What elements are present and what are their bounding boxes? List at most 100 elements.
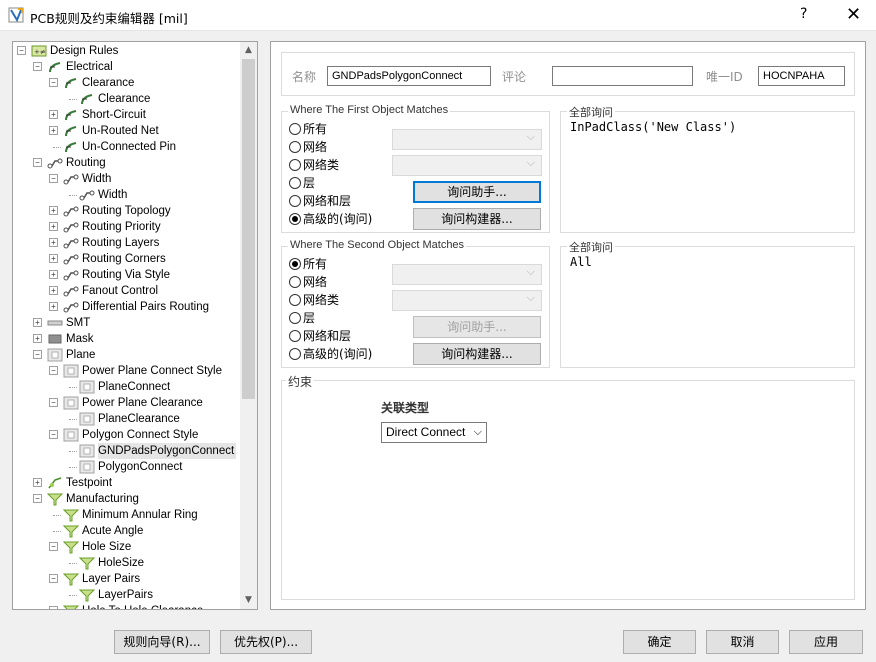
tree-item[interactable]: + SMT — [13, 315, 241, 331]
collapse-icon[interactable]: − — [49, 574, 58, 583]
scroll-up-icon[interactable]: ▲ — [240, 42, 257, 59]
tree-item[interactable]: − Electrical — [13, 59, 241, 75]
first-query-builder-button[interactable]: 询问构建器... — [413, 208, 541, 230]
radio-button-icon[interactable] — [289, 276, 301, 288]
cancel-button[interactable]: 取消 — [706, 630, 779, 654]
radio-button-icon[interactable] — [289, 348, 301, 360]
collapse-icon[interactable]: − — [17, 46, 26, 55]
radio-button-icon[interactable] — [289, 195, 301, 207]
second-radio-option[interactable]: 网络类 — [289, 292, 339, 308]
tree-item[interactable]: + Un-Routed Net — [13, 123, 241, 139]
tree-item[interactable]: Width — [13, 187, 241, 203]
rules-tree[interactable]: − +≠ Design Rules − Electrical − Clearance Clea… — [12, 41, 258, 610]
tree-item[interactable]: − Hole Size — [13, 539, 241, 555]
expand-icon[interactable]: + — [49, 302, 58, 311]
first-query-helper-button[interactable]: 询问助手... — [413, 181, 541, 203]
first-radio-option[interactable]: 网络和层 — [289, 193, 351, 209]
first-radio-option[interactable]: 高级的(询问) — [289, 211, 372, 227]
tree-item[interactable]: + Mask — [13, 331, 241, 347]
uid-field[interactable]: HOCNPAHA — [758, 66, 845, 86]
rule-wizard-button[interactable]: 规则向导(R)... — [114, 630, 210, 654]
second-query-builder-button[interactable]: 询问构建器... — [413, 343, 541, 365]
apply-button[interactable]: 应用 — [789, 630, 863, 654]
tree-item[interactable]: Acute Angle — [13, 523, 241, 539]
tree-item[interactable]: GNDPadsPolygonConnect — [13, 443, 241, 459]
tree-item[interactable]: − Width — [13, 171, 241, 187]
tree-item[interactable]: + Differential Pairs Routing — [13, 299, 241, 315]
tree-item[interactable]: LayerPairs — [13, 587, 241, 603]
collapse-icon[interactable]: − — [33, 350, 42, 359]
first-radio-option[interactable]: 所有 — [289, 121, 327, 137]
tree-item[interactable]: − Power Plane Connect Style — [13, 363, 241, 379]
collapse-icon[interactable]: − — [33, 62, 42, 71]
collapse-icon[interactable]: − — [33, 158, 42, 167]
collapse-icon[interactable]: − — [49, 398, 58, 407]
second-full-query-text[interactable]: All — [570, 255, 592, 269]
radio-button-icon[interactable] — [289, 177, 301, 189]
radio-button-icon[interactable] — [289, 123, 301, 135]
tree-item[interactable]: PolygonConnect — [13, 459, 241, 475]
collapse-icon[interactable]: − — [49, 366, 58, 375]
second-radio-option[interactable]: 层 — [289, 310, 315, 326]
expand-icon[interactable]: + — [49, 254, 58, 263]
radio-button-icon[interactable] — [289, 330, 301, 342]
expand-icon[interactable]: + — [33, 334, 42, 343]
tree-item[interactable]: − Hole To Hole Clearance — [13, 603, 241, 609]
tree-item[interactable]: Clearance — [13, 91, 241, 107]
second-radio-option[interactable]: 网络和层 — [289, 328, 351, 344]
second-radio-option[interactable]: 网络 — [289, 274, 327, 290]
expand-icon[interactable]: + — [49, 286, 58, 295]
tree-item[interactable]: − +≠ Design Rules — [13, 43, 241, 59]
expand-icon[interactable]: + — [49, 270, 58, 279]
collapse-icon[interactable]: − — [49, 542, 58, 551]
tree-item[interactable]: Un-Connected Pin — [13, 139, 241, 155]
radio-button-icon[interactable] — [289, 294, 301, 306]
expand-icon[interactable]: + — [33, 478, 42, 487]
second-radio-option[interactable]: 高级的(询问) — [289, 346, 372, 362]
tree-item[interactable]: + Routing Topology — [13, 203, 241, 219]
first-radio-option[interactable]: 网络 — [289, 139, 327, 155]
expand-icon[interactable]: + — [49, 238, 58, 247]
tree-item[interactable]: Minimum Annular Ring — [13, 507, 241, 523]
radio-button-icon[interactable] — [289, 258, 301, 270]
tree-item[interactable]: PlaneClearance — [13, 411, 241, 427]
first-radio-option[interactable]: 层 — [289, 175, 315, 191]
tree-item[interactable]: − Routing — [13, 155, 241, 171]
tree-item[interactable]: − Power Plane Clearance — [13, 395, 241, 411]
tree-item[interactable]: + Routing Layers — [13, 235, 241, 251]
tree-item[interactable]: + Fanout Control — [13, 283, 241, 299]
expand-icon[interactable]: + — [49, 110, 58, 119]
expand-icon[interactable]: + — [49, 206, 58, 215]
scroll-down-icon[interactable]: ▼ — [240, 592, 257, 609]
first-full-query-text[interactable]: InPadClass('New Class') — [570, 120, 736, 134]
tree-item[interactable]: − Layer Pairs — [13, 571, 241, 587]
radio-button-icon[interactable] — [289, 312, 301, 324]
tree-item[interactable]: + Routing Via Style — [13, 267, 241, 283]
expand-icon[interactable]: + — [33, 318, 42, 327]
tree-scrollbar[interactable]: ▲ ▼ — [240, 42, 257, 609]
tree-item[interactable]: − Clearance — [13, 75, 241, 91]
radio-button-icon[interactable] — [289, 141, 301, 153]
tree-item[interactable]: + Routing Priority — [13, 219, 241, 235]
expand-icon[interactable]: + — [49, 222, 58, 231]
tree-item[interactable]: − Polygon Connect Style — [13, 427, 241, 443]
collapse-icon[interactable]: − — [49, 430, 58, 439]
tree-item[interactable]: + Short-Circuit — [13, 107, 241, 123]
name-field[interactable]: GNDPadsPolygonConnect — [327, 66, 491, 86]
collapse-icon[interactable]: − — [49, 78, 58, 87]
priority-button[interactable]: 优先权(P)... — [220, 630, 312, 654]
tree-item[interactable]: PlaneConnect — [13, 379, 241, 395]
tree-item[interactable]: + Testpoint — [13, 475, 241, 491]
close-button[interactable]: ✕ — [846, 4, 861, 25]
comment-field[interactable] — [552, 66, 693, 86]
expand-icon[interactable]: + — [49, 126, 58, 135]
tree-item[interactable]: − Manufacturing — [13, 491, 241, 507]
tree-item[interactable]: − Plane — [13, 347, 241, 363]
radio-button-icon[interactable] — [289, 213, 301, 225]
collapse-icon[interactable]: − — [33, 494, 42, 503]
collapse-icon[interactable]: − — [49, 174, 58, 183]
second-radio-option[interactable]: 所有 — [289, 256, 327, 272]
help-button[interactable]: ? — [800, 6, 807, 22]
radio-button-icon[interactable] — [289, 159, 301, 171]
tree-item[interactable]: HoleSize — [13, 555, 241, 571]
